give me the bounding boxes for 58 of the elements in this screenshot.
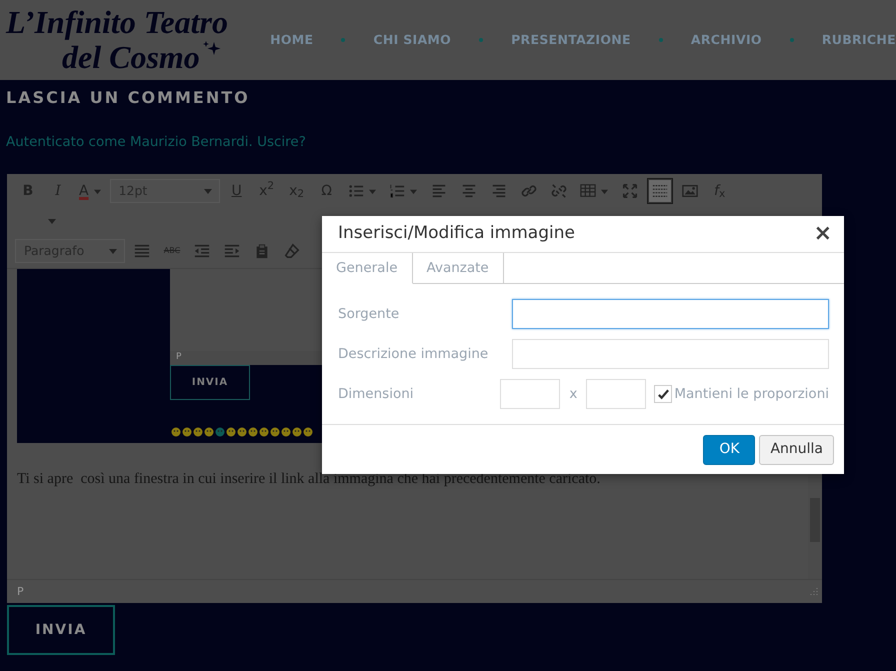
logo-text[interactable]: del Cosmo bbox=[62, 40, 200, 76]
height-field[interactable] bbox=[586, 379, 646, 409]
nav-separator-dot bbox=[479, 38, 484, 42]
table-icon bbox=[580, 183, 596, 200]
section-heading: LASCIA UN COMMENTO bbox=[6, 87, 251, 109]
checkbox[interactable] bbox=[654, 385, 672, 403]
nav-separator-dot bbox=[790, 38, 794, 42]
width-field[interactable] bbox=[500, 379, 560, 409]
ok-button[interactable]: OK bbox=[703, 434, 756, 464]
cancel-button[interactable]: Annulla bbox=[759, 434, 834, 464]
checkmark-icon bbox=[656, 388, 670, 400]
dialog-tab[interactable]: Generale bbox=[322, 253, 413, 284]
clipboard-icon bbox=[254, 243, 270, 260]
caret-icon bbox=[92, 188, 102, 195]
separator-text: x bbox=[569, 384, 578, 404]
unlink-icon bbox=[550, 183, 567, 200]
align-left-icon bbox=[430, 183, 447, 200]
checkbox-label: Mantieni le proporzioni bbox=[674, 384, 829, 404]
close-button[interactable]: × bbox=[814, 223, 832, 245]
nav-separator-dot bbox=[658, 38, 663, 42]
logo-text[interactable]: L’Infinito Teatro bbox=[6, 4, 228, 40]
caret-icon bbox=[202, 187, 213, 196]
caret-icon bbox=[408, 188, 418, 195]
text-field[interactable] bbox=[512, 299, 829, 329]
eraser-icon bbox=[284, 243, 300, 260]
fullscreen-icon bbox=[622, 183, 638, 200]
caret-icon bbox=[47, 217, 57, 226]
field-label: Sorgente bbox=[338, 304, 400, 324]
indent-icon bbox=[224, 243, 240, 260]
submit-button[interactable]: INVIA bbox=[170, 364, 250, 400]
field-label: Dimensioni bbox=[338, 384, 415, 404]
user-link[interactable]: Autenticato come Maurizio Bernardi bbox=[6, 134, 248, 150]
status-path-text: P bbox=[17, 584, 24, 600]
resize-grip-icon bbox=[808, 586, 818, 597]
image-icon bbox=[682, 183, 698, 200]
nav-link[interactable]: HOME bbox=[270, 30, 314, 50]
caret-icon bbox=[600, 188, 609, 195]
align-center-icon bbox=[460, 183, 477, 200]
nav-link[interactable]: PRESENTAZIONE bbox=[511, 30, 631, 50]
logout-link[interactable]: Uscire? bbox=[257, 134, 306, 150]
caret-icon bbox=[108, 247, 118, 256]
separator-text: . bbox=[248, 134, 254, 150]
bullet-list-icon bbox=[348, 183, 364, 200]
nav-link[interactable]: ARCHIVIO bbox=[690, 30, 762, 50]
outdent-icon bbox=[194, 243, 210, 260]
visual-blocks-icon bbox=[652, 183, 668, 200]
caret-icon bbox=[368, 188, 377, 195]
submit-button[interactable]: INVIA bbox=[7, 605, 115, 656]
sparkle-icon bbox=[202, 40, 222, 56]
nav-link[interactable]: RUBRICHE bbox=[822, 30, 896, 50]
nav-link[interactable]: CHI SIAMO bbox=[373, 30, 452, 50]
link-icon bbox=[520, 183, 537, 200]
justify-icon bbox=[134, 243, 150, 260]
nav-separator-dot bbox=[341, 38, 346, 42]
align-right-icon bbox=[490, 183, 507, 200]
numbered-list-icon bbox=[388, 183, 405, 200]
dialog-title: Inserisci/Modifica immagine bbox=[338, 222, 575, 246]
toolbar-button[interactable] bbox=[646, 178, 673, 204]
